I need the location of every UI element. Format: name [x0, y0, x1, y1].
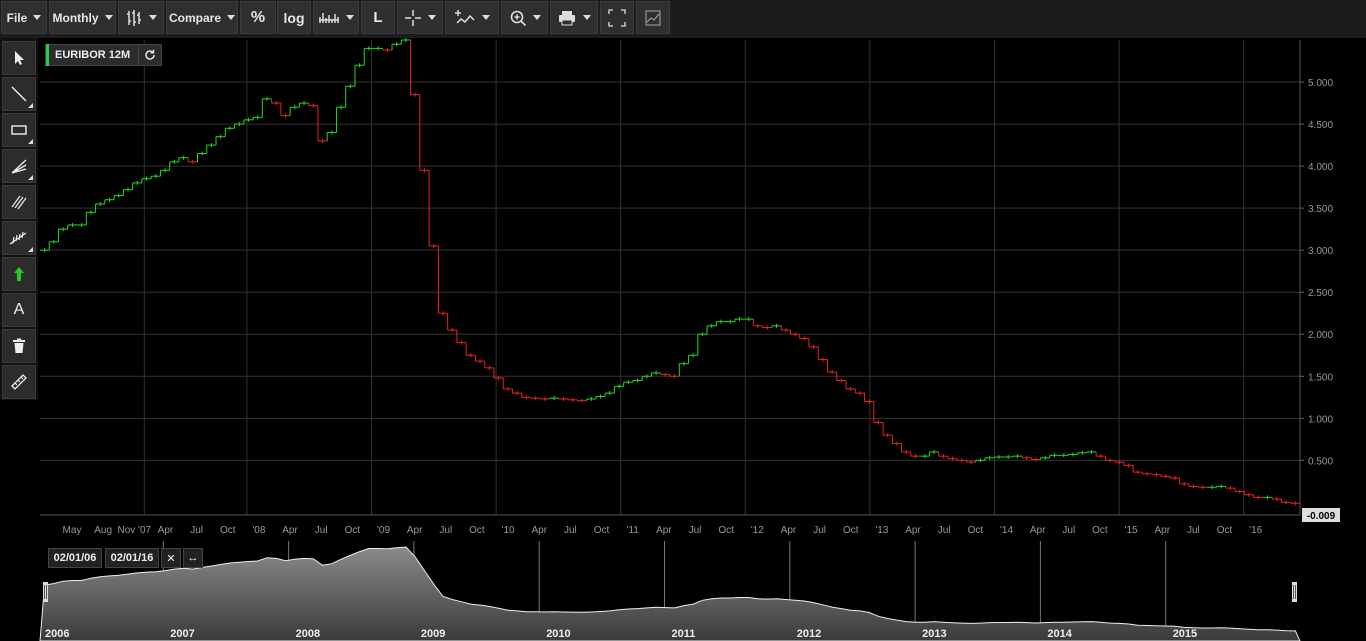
navigator-year-label: 2009: [421, 628, 445, 640]
x-tick-label: Apr: [282, 525, 298, 536]
x-tick-label: Apr: [781, 525, 797, 536]
x-tick-label: Apr: [656, 525, 672, 536]
x-tick-label: Apr: [531, 525, 547, 536]
y-tick-label: 5.000: [1308, 78, 1333, 89]
y-tick-label: 1.500: [1308, 372, 1333, 383]
reset-range-button[interactable]: ↔: [183, 548, 203, 568]
x-tick-label: '11: [627, 525, 640, 536]
reset-range-icon: ↔: [187, 552, 199, 564]
end-date-value: 02/01/16: [110, 552, 154, 564]
x-tick-label: Apr: [158, 525, 174, 536]
x-axis: May Aug Nov '07 Apr Jul Oct '08 Apr Jul Oct '09 Apr…: [63, 525, 1263, 536]
x-tick-label: Oct: [968, 525, 984, 536]
x-tick-label: Jul: [439, 525, 452, 536]
x-tick-label: Apr: [1030, 525, 1046, 536]
x-tick-label: Jul: [190, 525, 203, 536]
x-tick-label: '15: [1125, 525, 1138, 536]
clear-range-button[interactable]: ✕: [161, 548, 181, 568]
start-date-field[interactable]: 02/01/06: [48, 548, 102, 568]
x-tick-label: Oct: [345, 525, 361, 536]
navigator-year-label: 2015: [1173, 628, 1197, 640]
main-chart[interactable]: 0.500 1.000 1.500 2.000 2.500 3.000 3.500 4.000…: [0, 0, 1366, 641]
navigator-year-label: 2007: [170, 628, 194, 640]
y-tick-label: 2.500: [1308, 288, 1333, 299]
x-tick-label: Jul: [564, 525, 577, 536]
symbol-label[interactable]: EURIBOR 12M: [45, 44, 163, 66]
x-tick-label: Jul: [1187, 525, 1200, 536]
navigator-year-label: 2012: [797, 628, 821, 640]
x-tick-label: Jul: [938, 525, 951, 536]
x-tick-label: '12: [751, 525, 764, 536]
x-tick-label: Oct: [718, 525, 734, 536]
y-tick-label: 2.000: [1308, 330, 1333, 341]
navigator-year-label: 2013: [922, 628, 946, 640]
x-tick-label: Oct: [843, 525, 859, 536]
x-tick-label: Oct: [1092, 525, 1108, 536]
x-tick-label: Nov '07: [118, 525, 152, 536]
navigator-year-label: 2011: [672, 628, 696, 640]
refresh-button[interactable]: [138, 45, 161, 65]
y-tick-label: 4.000: [1308, 162, 1333, 173]
plot-area: [40, 40, 1300, 515]
last-value-label: -0.009: [1307, 511, 1336, 522]
navigator-year-label: 2010: [546, 628, 570, 640]
y-axis: 0.500 1.000 1.500 2.000 2.500 3.000 3.500 4.000…: [1300, 78, 1333, 467]
x-tick-label: '10: [502, 525, 515, 536]
symbol-color-bar: [46, 44, 49, 66]
x-tick-label: Oct: [1217, 525, 1233, 536]
navigator-year-label: 2008: [296, 628, 320, 640]
y-tick-label: 1.000: [1308, 414, 1333, 425]
x-tick-label: Jul: [1062, 525, 1075, 536]
x-tick-label: '08: [252, 525, 265, 536]
navigator-year-label: 2006: [45, 628, 69, 640]
y-tick-label: 0.500: [1308, 456, 1333, 467]
x-tick-label: Jul: [689, 525, 702, 536]
symbol-name: EURIBOR 12M: [55, 49, 131, 61]
x-tick-label: Oct: [594, 525, 610, 536]
x-tick-label: Oct: [469, 525, 485, 536]
x-tick-label: Apr: [905, 525, 921, 536]
last-value-marker: -0.009: [1302, 508, 1340, 522]
x-tick-label: '14: [1000, 525, 1013, 536]
x-tick-label: Apr: [407, 525, 423, 536]
x-tick-label: Apr: [1154, 525, 1170, 536]
navigator-right-handle[interactable]: [1292, 582, 1297, 602]
refresh-icon: [145, 49, 155, 60]
start-date-value: 02/01/06: [53, 552, 97, 564]
end-date-field[interactable]: 02/01/16: [105, 548, 159, 568]
x-tick-label: '16: [1249, 525, 1262, 536]
navigator-year-label: 2014: [1047, 628, 1072, 640]
close-icon: ✕: [166, 552, 176, 565]
x-tick-label: Jul: [315, 525, 328, 536]
navigator-left-handle[interactable]: [43, 582, 48, 602]
y-tick-label: 4.500: [1308, 120, 1333, 131]
x-tick-label: Aug: [94, 525, 112, 536]
x-tick-label: Oct: [220, 525, 236, 536]
x-tick-label: '13: [875, 525, 888, 536]
y-tick-label: 3.000: [1308, 246, 1333, 257]
x-tick-label: '09: [377, 525, 390, 536]
x-tick-label: Jul: [813, 525, 826, 536]
x-tick-label: May: [63, 525, 82, 536]
y-tick-label: 3.500: [1308, 204, 1333, 215]
